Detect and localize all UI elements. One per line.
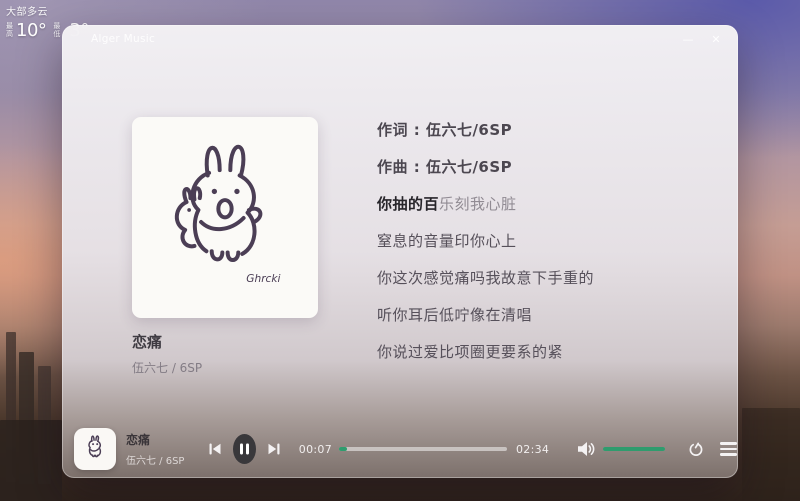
mini-album-cover[interactable] [74, 428, 116, 470]
loop-circle-icon [689, 442, 703, 456]
volume-button[interactable] [576, 440, 595, 458]
weather-high-temp: 10° [16, 20, 47, 41]
lyric-line[interactable]: 听你耳后低咛像在清唱 [377, 296, 722, 333]
hamburger-icon [720, 442, 737, 445]
playlist-queue-button[interactable] [720, 442, 737, 456]
lyric-line-active[interactable]: 你抽的百 乐刻我心脏 [377, 185, 722, 222]
lyric-line-lyricist[interactable]: 作词 : 伍六七/6SP [377, 111, 722, 148]
playing-track-artist: 伍六七 / 6SP [126, 456, 185, 467]
titlebar[interactable]: Alger Music — ✕ [62, 25, 738, 55]
music-app-window: Alger Music — ✕ Ghrcki 恋痛 伍六七 / 6SP 作词:… [62, 25, 738, 478]
pause-button[interactable] [233, 434, 256, 464]
weather-high-label: 最高 [6, 22, 13, 38]
song-artist: 伍六七 / 6SP [132, 361, 203, 375]
app-title: Alger Music [91, 33, 156, 45]
artist-signature: Ghrcki [246, 271, 280, 284]
lyric-sung-text: 你抽的百 [377, 195, 440, 213]
album-cover[interactable]: Ghrcki [132, 117, 318, 318]
skyline-building [0, 420, 62, 501]
progress-fill [339, 447, 347, 451]
lyric-line[interactable]: 你说过爱比项圈更要系的紧 [377, 333, 722, 370]
speaker-icon [578, 442, 595, 456]
lyric-unsung-text: 乐刻我心脏 [439, 195, 517, 213]
volume-fill [603, 447, 665, 451]
bunny-artwork: Ghrcki [174, 144, 281, 284]
playing-track-title: 恋痛 [126, 433, 151, 447]
lyric-line[interactable]: 你这次感觉痛吗我故意下手重的 [377, 259, 722, 296]
weather-condition: 大部多云 [6, 7, 48, 18]
current-time: 00:07 [298, 442, 332, 456]
close-button[interactable]: ✕ [708, 30, 724, 48]
skyline-building [742, 408, 800, 501]
progress-bar[interactable] [339, 447, 507, 451]
total-time: 02:34 [516, 442, 550, 456]
lyric-line-composer[interactable]: 作曲 : 伍六七/6SP [377, 148, 722, 185]
play-mode-button[interactable] [688, 442, 703, 457]
minimize-button[interactable]: — [680, 30, 696, 48]
previous-track-button[interactable] [208, 442, 222, 456]
next-track-button[interactable] [267, 442, 281, 456]
bunny-thumbnail-icon [88, 435, 102, 458]
volume-slider[interactable] [603, 447, 665, 451]
skip-previous-icon [209, 443, 221, 455]
song-title: 恋痛 [132, 333, 163, 351]
player-bar: 恋痛 伍六七 / 6SP 00:07 02:34 [62, 420, 738, 478]
pause-icon [240, 443, 249, 455]
skip-next-icon [268, 443, 280, 455]
lyric-line[interactable]: 窒息的音量印你心上 [377, 222, 722, 259]
lyrics-panel: 作词 : 伍六七/6SP 作曲 : 伍六七/6SP 你抽的百 乐刻我心脏 窒息的音… [377, 111, 722, 370]
